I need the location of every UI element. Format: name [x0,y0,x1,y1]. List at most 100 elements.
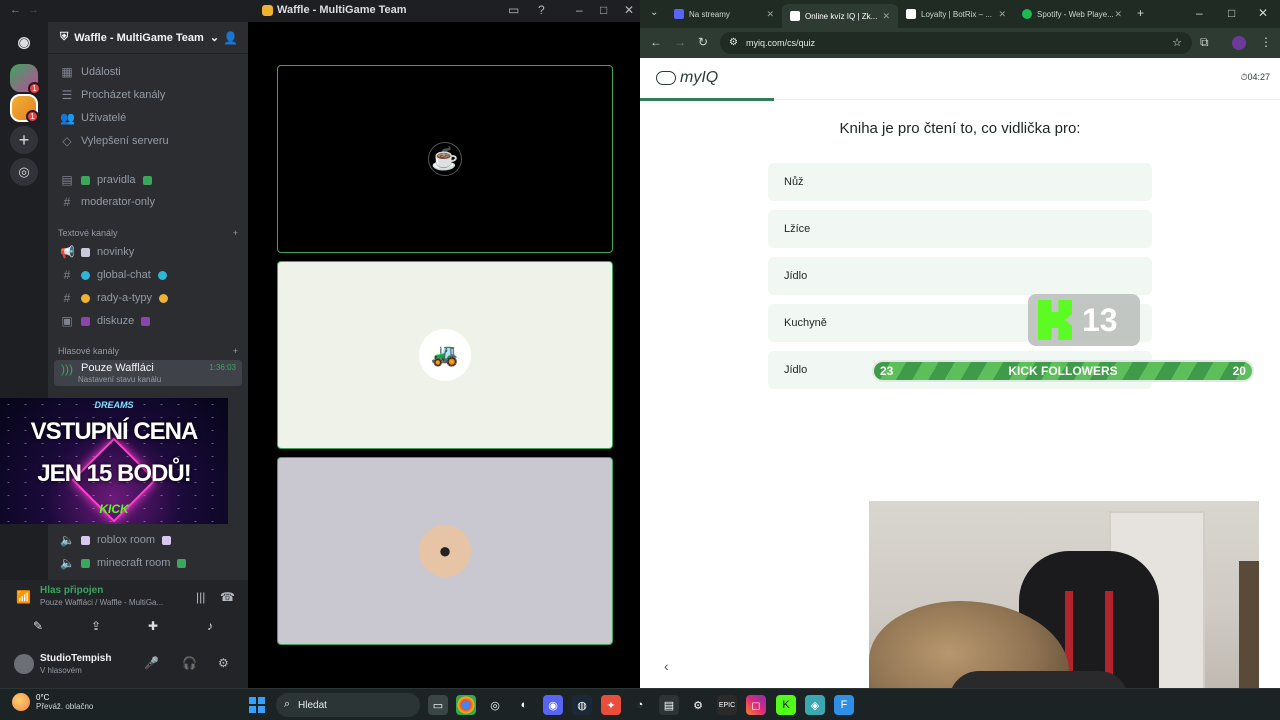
obs-icon[interactable]: ◎ [485,695,505,715]
back-icon[interactable]: ← [10,4,21,16]
tab-myiq[interactable]: Online kvíz IQ | Zk... ✕ [782,4,898,28]
channel-global-chat[interactable]: # global-chat [54,265,242,285]
url-field[interactable]: ⚙ myiq.com/cs/quiz ☆ [720,32,1192,54]
task-view-icon[interactable]: ▭ [428,695,448,715]
channel-moderator-only[interactable]: # moderator-only [54,192,242,212]
close-tab-icon[interactable]: ✕ [998,9,1006,20]
camera-button[interactable]: ✎ [12,616,64,636]
menu-members[interactable]: 👥 Uživatelé [54,108,242,128]
instagram-icon[interactable]: ◻ [746,695,766,715]
discord-home-icon[interactable]: ◉ [10,28,38,56]
tab-na-streamy[interactable]: Na streamy ✕ [666,4,782,24]
screen-share-button[interactable]: ⇪ [70,616,122,636]
tab-botrix[interactable]: Loyalty | BotRix – ... ✕ [898,4,1014,24]
profile-avatar[interactable] [1232,36,1246,50]
channel-pravidla[interactable]: ▤ pravidla [54,170,242,190]
maximize-icon[interactable]: □ [600,3,607,17]
add-channel-icon[interactable]: + [233,346,238,356]
new-tab-icon[interactable]: + [1137,6,1144,20]
minimize-icon[interactable]: – [1196,6,1203,20]
kick-icon[interactable]: K [776,695,796,715]
channel-diskuze[interactable]: ▣ diskuze [54,311,242,331]
add-server-icon[interactable]: + [10,126,38,154]
answer-option[interactable]: Nůž [768,163,1152,201]
participant-tile[interactable]: ● [277,457,613,645]
app-icon[interactable]: ▤ [659,695,679,715]
disconnect-icon[interactable]: ☎ [220,590,235,604]
signal-icon[interactable]: 📶 [16,590,31,604]
epic-games-icon[interactable]: EPIC [717,695,737,715]
weather-widget[interactable]: 0°C Převáž. oblačno [12,693,93,711]
app-icon[interactable]: ◔ [630,695,650,715]
server-icon-waffle[interactable]: 1 [10,94,39,123]
help-icon[interactable]: ? [538,3,545,17]
invite-user-icon[interactable]: 👤 [223,31,238,45]
microphone-icon[interactable]: 🎤 [144,656,159,670]
quiz-question: Kniha je pro čtení to, co vidlička pro: [839,120,1081,137]
site-info-icon[interactable]: ⚙ [729,37,738,48]
close-tab-icon[interactable]: ✕ [882,11,890,22]
explore-icon[interactable]: ◎ [10,158,38,186]
menu-label: Procházet kanály [81,89,166,101]
speaker-icon: 🔈 [60,556,75,570]
green-square-emoji [81,558,90,568]
menu-events[interactable]: ▦ Události [54,62,242,82]
forward-icon[interactable]: → [674,35,686,49]
minimize-icon[interactable]: – [576,3,583,17]
participant-tile[interactable]: ☕ [277,65,613,253]
noise-suppression-icon[interactable]: ||| [196,590,205,604]
answer-option[interactable]: Jídlo [768,257,1152,295]
waffle-server-icon [262,4,273,16]
app-icon[interactable]: ◐ [514,695,534,715]
maximize-icon[interactable]: □ [1228,6,1235,20]
voice-channel-active[interactable]: ))) Pouze Waffláci Nastavení stavu kanál… [54,360,242,386]
avatar[interactable] [14,654,34,674]
channel-status[interactable]: Nastavení stavu kanálu [78,375,161,384]
chrome-icon[interactable] [456,695,476,715]
reload-icon[interactable]: ↻ [698,35,708,49]
green-square-emoji [142,175,152,185]
menu-browse-channels[interactable]: ☰ Procházet kanály [54,85,242,105]
back-icon[interactable]: ← [650,35,662,49]
menu-server-boost[interactable]: ◇ Vylepšení serveru [54,131,242,151]
add-channel-icon[interactable]: + [233,228,238,238]
discord-taskbar-icon[interactable]: ◉ [543,695,563,715]
address-toolbar: ← → ↻ ⚙ myiq.com/cs/quiz ☆ ⧉ ⋮ [640,28,1280,58]
channel-novinky[interactable]: 📢 novinky [54,242,242,262]
headphones-icon[interactable]: 🎧 [182,656,197,670]
steam-icon[interactable]: ◍ [572,695,592,715]
server-header[interactable]: ⛨ Waffle - MultiGame Team ⌄ 👤 [48,22,248,54]
participant-tile[interactable]: 🚜 [277,261,613,449]
extensions-icon[interactable]: ⧉ [1200,35,1209,50]
category-text[interactable]: Textové kanály + [58,228,238,238]
goal-target: 20 [1232,364,1246,378]
answer-option[interactable]: Lžíce [768,210,1152,248]
app-icon[interactable]: F [834,695,854,715]
previous-question-icon[interactable]: ‹ [664,658,669,674]
forward-icon[interactable]: → [28,4,39,16]
app-icon[interactable]: ✦ [601,695,621,715]
start-button[interactable] [249,697,265,713]
tab-spotify[interactable]: Spotify - Web Playe... ✕ [1014,4,1130,24]
voice-location[interactable]: Pouze Waffláci / Waffle - MultiGa... [40,598,163,607]
settings-icon[interactable]: ⚙ [688,695,708,715]
voice-channel-roblox[interactable]: 🔈 roblox room [54,530,242,550]
close-tab-icon[interactable]: ✕ [766,9,774,20]
tab-search-icon[interactable]: ⌄ [650,7,658,18]
channel-rady-a-typy[interactable]: # rady-a-typy [54,288,242,308]
myiq-logo[interactable]: myIQ [656,69,718,87]
bookmark-star-icon[interactable]: ☆ [1172,36,1182,49]
soundboard-button[interactable]: ♪ [184,616,236,636]
close-icon[interactable]: ✕ [1258,6,1268,20]
menu-dots-icon[interactable]: ⋮ [1260,35,1272,49]
server-icon-1[interactable]: 1 [10,64,41,95]
inbox-icon[interactable]: ▭ [508,3,519,17]
gear-icon[interactable]: ⚙ [218,656,229,670]
close-icon[interactable]: ✕ [624,3,634,17]
voice-channel-minecraft[interactable]: 🔈 minecraft room [54,553,242,573]
taskbar-search[interactable]: ⌕ Hledat [276,693,420,717]
app-icon[interactable]: ◈ [805,695,825,715]
activities-button[interactable]: ✚ [127,616,179,636]
close-tab-icon[interactable]: ✕ [1114,9,1122,20]
category-voice[interactable]: Hlasové kanály + [58,346,238,356]
